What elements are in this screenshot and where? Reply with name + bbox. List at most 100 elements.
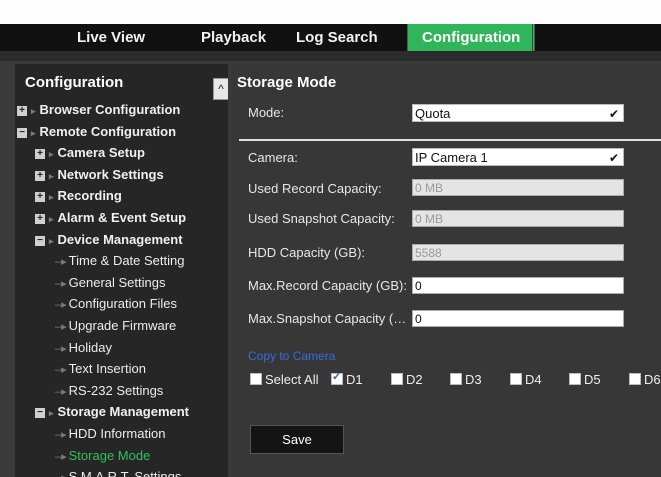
d4-checkbox[interactable]: D4 xyxy=(510,372,542,387)
used-record-label: Used Record Capacity: xyxy=(248,181,382,196)
sidebar-item[interactable]: − ▸ Storage Management xyxy=(35,402,189,422)
tree-arrow-icon: ▸ xyxy=(49,235,54,246)
hdd-capacity-field: 5588 xyxy=(412,244,624,261)
sidebar-item-label: RS-232 Settings xyxy=(68,383,164,398)
expand-icon[interactable]: + xyxy=(17,105,27,116)
expand-icon[interactable]: + xyxy=(35,191,45,202)
sidebar-item-label: S.M.A.R.T. Settings xyxy=(68,469,182,477)
tree-branch-icon: –▸ xyxy=(55,255,67,268)
d2-label: D2 xyxy=(406,372,423,387)
sidebar-item-label: Holiday xyxy=(68,340,112,355)
hdd-capacity-label: HDD Capacity (GB): xyxy=(248,245,366,260)
tree-arrow-icon: ▸ xyxy=(31,105,36,116)
tab-playback[interactable]: Playback xyxy=(201,24,266,51)
tree-branch-icon: –▸ xyxy=(55,472,67,477)
expand-icon[interactable]: + xyxy=(35,148,45,159)
chevron-down-icon: ✔ xyxy=(608,151,619,165)
storage-mode-panel: Storage Mode Mode: Quota ✔ Camera: IP Ca… xyxy=(231,64,661,477)
d6-label: D6 xyxy=(644,372,661,387)
mode-select[interactable]: Quota ✔ xyxy=(412,104,624,122)
checkbox-box xyxy=(250,373,262,385)
sidebar-item[interactable]: − ▸ Remote Configuration xyxy=(17,122,176,142)
select-all-checkbox[interactable]: Select All xyxy=(250,372,318,387)
sidebar-item-label: Camera Setup xyxy=(57,145,145,160)
camera-label: Camera: xyxy=(248,150,298,165)
tab-log-search[interactable]: Log Search xyxy=(296,24,378,51)
sidebar-item-label: Configuration Files xyxy=(68,296,178,311)
collapse-icon[interactable]: − xyxy=(17,127,27,138)
max-snapshot-input[interactable]: 0 xyxy=(412,310,624,327)
sub-bar xyxy=(0,51,661,61)
sidebar-item[interactable]: + ▸ Alarm & Event Setup xyxy=(35,208,186,228)
save-button[interactable]: Save xyxy=(250,425,344,454)
sidebar-item-label: General Settings xyxy=(68,275,166,290)
sidebar-item[interactable]: –▸ Time & Date Setting xyxy=(55,251,185,271)
max-snapshot-label: Max.Snapshot Capacity (… xyxy=(248,311,407,326)
sidebar-item-label: Recording xyxy=(57,188,122,203)
top-strip xyxy=(0,0,661,24)
copy-to-camera-label: Copy to Camera xyxy=(248,349,336,363)
collapse-icon[interactable]: − xyxy=(35,407,45,418)
sidebar-item-label: Browser Configuration xyxy=(39,102,181,117)
d2-checkbox[interactable]: D2 xyxy=(391,372,423,387)
sidebar-item[interactable]: –▸ Configuration Files xyxy=(55,294,177,314)
sidebar-item[interactable]: + ▸ Camera Setup xyxy=(35,143,145,163)
sidebar-item[interactable]: –▸S.M.A.R.T. Settings xyxy=(55,467,181,477)
tree-arrow-icon: ▸ xyxy=(49,213,54,224)
sidebar-item[interactable]: + ▸ Network Settings xyxy=(35,165,164,185)
max-record-input[interactable]: 0 xyxy=(412,277,624,294)
sidebar-title: Configuration xyxy=(25,74,124,91)
used-snapshot-field: 0 MB xyxy=(412,210,624,227)
sidebar-item[interactable]: –▸ Text Insertion xyxy=(55,359,146,379)
sidebar-item-label: Device Management xyxy=(57,232,183,247)
scroll-up-icon[interactable]: ^ xyxy=(213,78,228,100)
max-record-label: Max.Record Capacity (GB): xyxy=(248,278,407,293)
mode-value: Quota xyxy=(415,106,451,121)
sidebar-item-label: Alarm & Event Setup xyxy=(57,210,187,225)
tree-branch-icon: –▸ xyxy=(55,277,67,290)
d3-label: D3 xyxy=(465,372,482,387)
sidebar-item-label: Upgrade Firmware xyxy=(68,318,177,333)
sidebar-item[interactable]: –▸ Holiday xyxy=(55,338,112,358)
sidebar-item-label: Storage Mode xyxy=(68,448,151,463)
checkbox-box xyxy=(510,373,522,385)
expand-icon[interactable]: + xyxy=(35,213,45,224)
d3-checkbox[interactable]: D3 xyxy=(450,372,482,387)
config-sidebar: Configuration ^ + ▸ Browser Configuration −… xyxy=(15,64,228,477)
sidebar-item[interactable]: –▸ RS-232 Settings xyxy=(55,381,163,401)
d1-checkbox[interactable]: D1 xyxy=(331,370,363,387)
tab-configuration[interactable]: Configuration xyxy=(407,24,536,51)
select-all-label: Select All xyxy=(265,372,319,387)
sidebar-item[interactable]: –▸ Storage Mode xyxy=(55,446,150,466)
d1-label: D1 xyxy=(346,372,363,387)
sidebar-item[interactable]: − ▸ Device Management xyxy=(35,230,183,250)
sidebar-item-label: Time & Date Setting xyxy=(68,253,185,268)
mode-label: Mode: xyxy=(248,105,285,120)
d6-checkbox[interactable]: D6 xyxy=(629,372,661,387)
checkbox-box xyxy=(391,373,403,385)
sidebar-item[interactable]: –▸ Upgrade Firmware xyxy=(55,316,176,336)
sidebar-item[interactable]: –▸ General Settings xyxy=(55,273,165,293)
tree-arrow-icon: ▸ xyxy=(31,127,36,138)
chevron-down-icon: ✔ xyxy=(608,107,619,121)
sidebar-item[interactable]: –▸ HDD Information xyxy=(55,424,165,444)
collapse-icon[interactable]: − xyxy=(35,235,45,246)
checkbox-checked-icon xyxy=(331,370,343,385)
sidebar-item[interactable]: + ▸ Browser Configuration xyxy=(17,100,180,120)
tab-live-view[interactable]: Live View xyxy=(77,24,145,51)
nav-divider xyxy=(532,24,533,51)
sidebar-item-label: HDD Information xyxy=(68,426,166,441)
tree-branch-icon: –▸ xyxy=(55,428,67,441)
sidebar-item-label: Text Insertion xyxy=(68,361,146,376)
tree-arrow-icon: ▸ xyxy=(49,407,54,418)
expand-icon[interactable]: + xyxy=(35,170,45,181)
d5-checkbox[interactable]: D5 xyxy=(569,372,601,387)
camera-select[interactable]: IP Camera 1 ✔ xyxy=(412,148,624,166)
sidebar-item-label: Remote Configuration xyxy=(39,124,177,139)
main-nav: Live View Playback Log Search Configurat… xyxy=(0,24,661,51)
sidebar-item[interactable]: + ▸ Recording xyxy=(35,186,122,206)
tree-arrow-icon: ▸ xyxy=(49,170,54,181)
checkbox-box xyxy=(629,373,641,385)
tree-branch-icon: –▸ xyxy=(55,320,67,333)
tree-branch-icon: –▸ xyxy=(55,363,67,376)
